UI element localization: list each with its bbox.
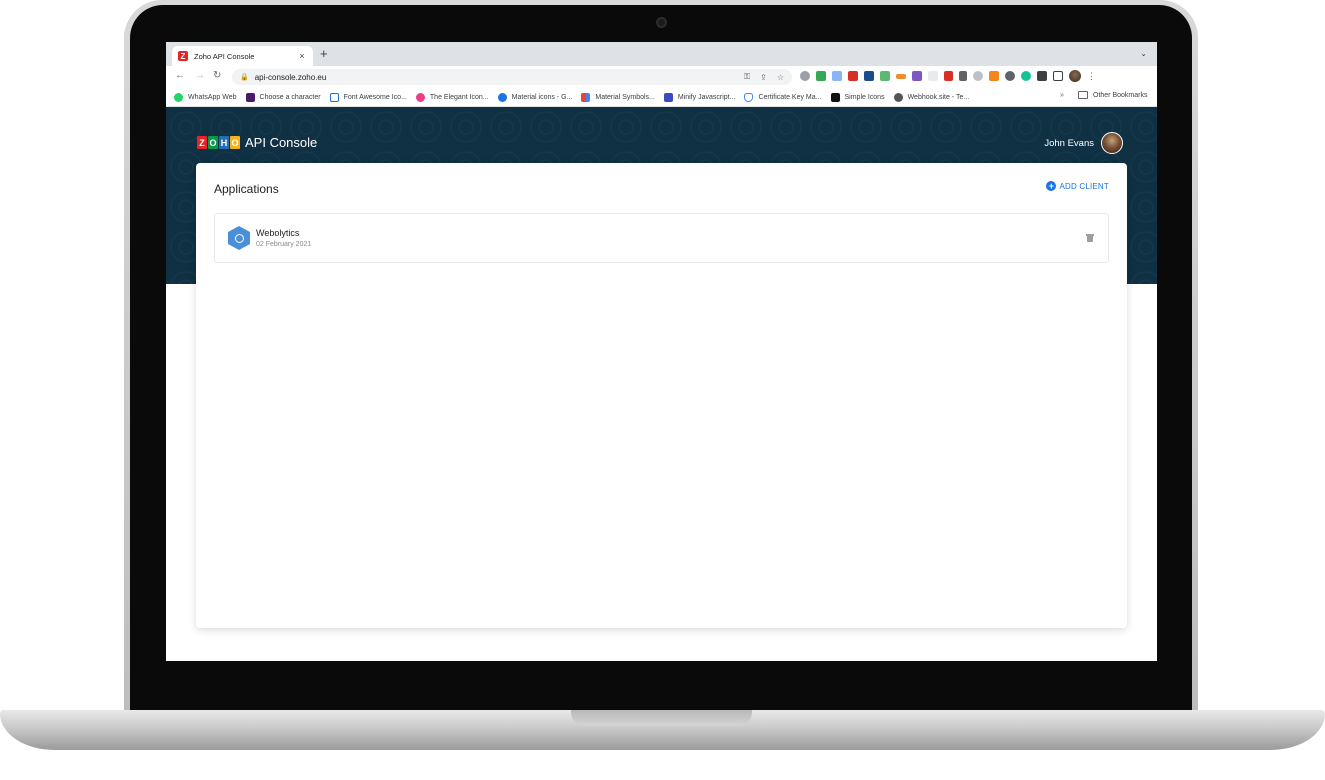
logo-letter: O xyxy=(230,136,240,149)
bookmark-item[interactable]: WhatsApp Web xyxy=(174,92,237,102)
camera-icon xyxy=(656,17,667,28)
other-bookmarks-label: Other Bookmarks xyxy=(1093,91,1148,99)
bookmark-label: Choose a character xyxy=(259,93,321,101)
bookmarks-bar: WhatsApp Web Choose a character Font Awe… xyxy=(166,88,1157,107)
bookmark-item[interactable]: Font Awesome Ico... xyxy=(329,92,407,102)
bookmarks-overflow-button[interactable]: » xyxy=(1060,92,1064,99)
delete-icon[interactable] xyxy=(1086,234,1094,242)
user-menu[interactable]: John Evans xyxy=(1044,132,1123,154)
bookmark-item[interactable]: Webhook.site - Te... xyxy=(893,92,970,102)
minify-icon xyxy=(663,92,673,102)
application-row[interactable]: Webolytics 02 February 2021 xyxy=(214,213,1109,263)
star-icon[interactable]: ☆ xyxy=(777,73,784,82)
tab-search-icon[interactable]: ⌄ xyxy=(1140,49,1147,58)
browser-toolbar: ← → ↻ 🔒 api-console.zoho.eu ⚿ ⇪ ☆ ⋮ xyxy=(166,66,1157,88)
add-client-button[interactable]: + ADD CLIENT xyxy=(1046,181,1109,191)
avatar[interactable] xyxy=(1101,132,1123,154)
extension-icon[interactable] xyxy=(816,71,826,81)
bookmark-item[interactable]: Simple Icons xyxy=(830,92,885,102)
application-name[interactable]: Webolytics xyxy=(256,228,299,238)
application-date: 02 February 2021 xyxy=(256,241,312,248)
back-button[interactable]: ← xyxy=(175,70,185,82)
extension-icon[interactable] xyxy=(1021,71,1031,81)
bookmark-item[interactable]: Minify Javascript... xyxy=(663,92,736,102)
zoho-favicon-icon: Z xyxy=(178,51,188,61)
extension-icon[interactable] xyxy=(864,71,874,81)
bookmark-label: Minify Javascript... xyxy=(677,93,736,101)
bookmark-item[interactable]: The Elegant Icon... xyxy=(415,92,489,102)
browser-menu-icon[interactable]: ⋮ xyxy=(1087,71,1096,82)
elegant-icon xyxy=(415,92,425,102)
new-tab-button[interactable]: + xyxy=(320,47,328,60)
bookmark-label: WhatsApp Web xyxy=(188,93,237,101)
forward-button[interactable]: → xyxy=(195,70,205,82)
chat-icon xyxy=(245,92,255,102)
extension-icon[interactable] xyxy=(1005,71,1015,81)
shield-icon xyxy=(744,92,754,102)
add-client-label: ADD CLIENT xyxy=(1059,181,1109,191)
extension-icon[interactable] xyxy=(880,71,890,81)
bookmark-label: Font Awesome Ico... xyxy=(343,93,407,101)
material-icon xyxy=(497,92,507,102)
zoho-logo: Z O H O xyxy=(197,136,240,149)
key-icon[interactable]: ⚿ xyxy=(744,72,750,82)
logo-letter: O xyxy=(208,136,218,149)
flag-icon xyxy=(329,92,339,102)
laptop-notch xyxy=(571,710,752,726)
screen: Z Zoho API Console × + ⌄ ← → ↻ 🔒 api-con… xyxy=(166,42,1157,661)
extension-icon[interactable] xyxy=(832,71,842,81)
bookmark-item[interactable]: Material icons - G... xyxy=(497,92,573,102)
lock-icon[interactable]: 🔒 xyxy=(240,73,249,81)
bookmark-label: Certificate Key Ma... xyxy=(758,93,822,101)
tab-title: Zoho API Console xyxy=(194,51,255,61)
sidepanel-icon[interactable] xyxy=(1053,71,1063,81)
other-bookmarks-folder[interactable]: Other Bookmarks xyxy=(1078,91,1147,99)
reload-button[interactable]: ↻ xyxy=(213,70,221,82)
webhook-icon xyxy=(893,92,903,102)
browser-tab[interactable]: Z Zoho API Console × xyxy=(172,46,313,66)
close-tab-icon[interactable]: × xyxy=(297,51,307,61)
user-name: John Evans xyxy=(1044,137,1094,149)
client-hexagon-icon xyxy=(228,226,250,250)
bookmark-item[interactable]: Choose a character xyxy=(245,92,321,102)
extension-icon[interactable] xyxy=(959,71,967,81)
extension-icon[interactable] xyxy=(989,71,999,81)
address-bar[interactable]: 🔒 api-console.zoho.eu ⚿ ⇪ ☆ xyxy=(232,69,792,85)
app-title: API Console xyxy=(245,135,318,150)
extension-icon[interactable] xyxy=(944,71,953,81)
simple-icons-icon xyxy=(830,92,840,102)
logo-letter: H xyxy=(219,136,229,149)
extension-icon[interactable] xyxy=(848,71,858,81)
globe-icon xyxy=(234,233,244,243)
brand[interactable]: Z O H O API Console xyxy=(197,135,317,150)
bookmark-label: The Elegant Icon... xyxy=(429,93,489,101)
plus-circle-icon: + xyxy=(1046,181,1057,191)
material-symbols-icon xyxy=(581,92,591,102)
folder-icon xyxy=(1078,91,1088,99)
extension-icon[interactable] xyxy=(928,71,938,81)
applications-card: Applications + ADD CLIENT Webolytics 02 … xyxy=(196,163,1127,628)
extension-icon[interactable] xyxy=(896,73,906,79)
page-title: Applications xyxy=(214,182,279,196)
extensions-bar: ⋮ xyxy=(800,70,1096,82)
extension-icon[interactable] xyxy=(912,71,922,81)
url-text[interactable]: api-console.zoho.eu xyxy=(255,73,734,82)
bookmark-label: Webhook.site - Te... xyxy=(907,93,970,101)
bookmark-label: Material Symbols... xyxy=(595,93,655,101)
puzzle-icon[interactable] xyxy=(1037,71,1047,81)
extension-icon[interactable] xyxy=(973,71,983,81)
whatsapp-icon xyxy=(174,92,183,102)
bookmark-item[interactable]: Material Symbols... xyxy=(581,92,655,102)
profile-avatar[interactable] xyxy=(1069,70,1081,82)
logo-letter: Z xyxy=(197,136,207,149)
extension-icon[interactable] xyxy=(800,71,810,81)
page-content: Z O H O API Console John Evans Applicati… xyxy=(166,107,1157,661)
bookmark-label: Simple Icons xyxy=(844,93,885,101)
bookmark-item[interactable]: Certificate Key Ma... xyxy=(744,92,822,102)
bookmark-label: Material icons - G... xyxy=(511,93,573,101)
share-icon[interactable]: ⇪ xyxy=(760,73,767,82)
tab-strip: Z Zoho API Console × + ⌄ xyxy=(166,42,1157,66)
